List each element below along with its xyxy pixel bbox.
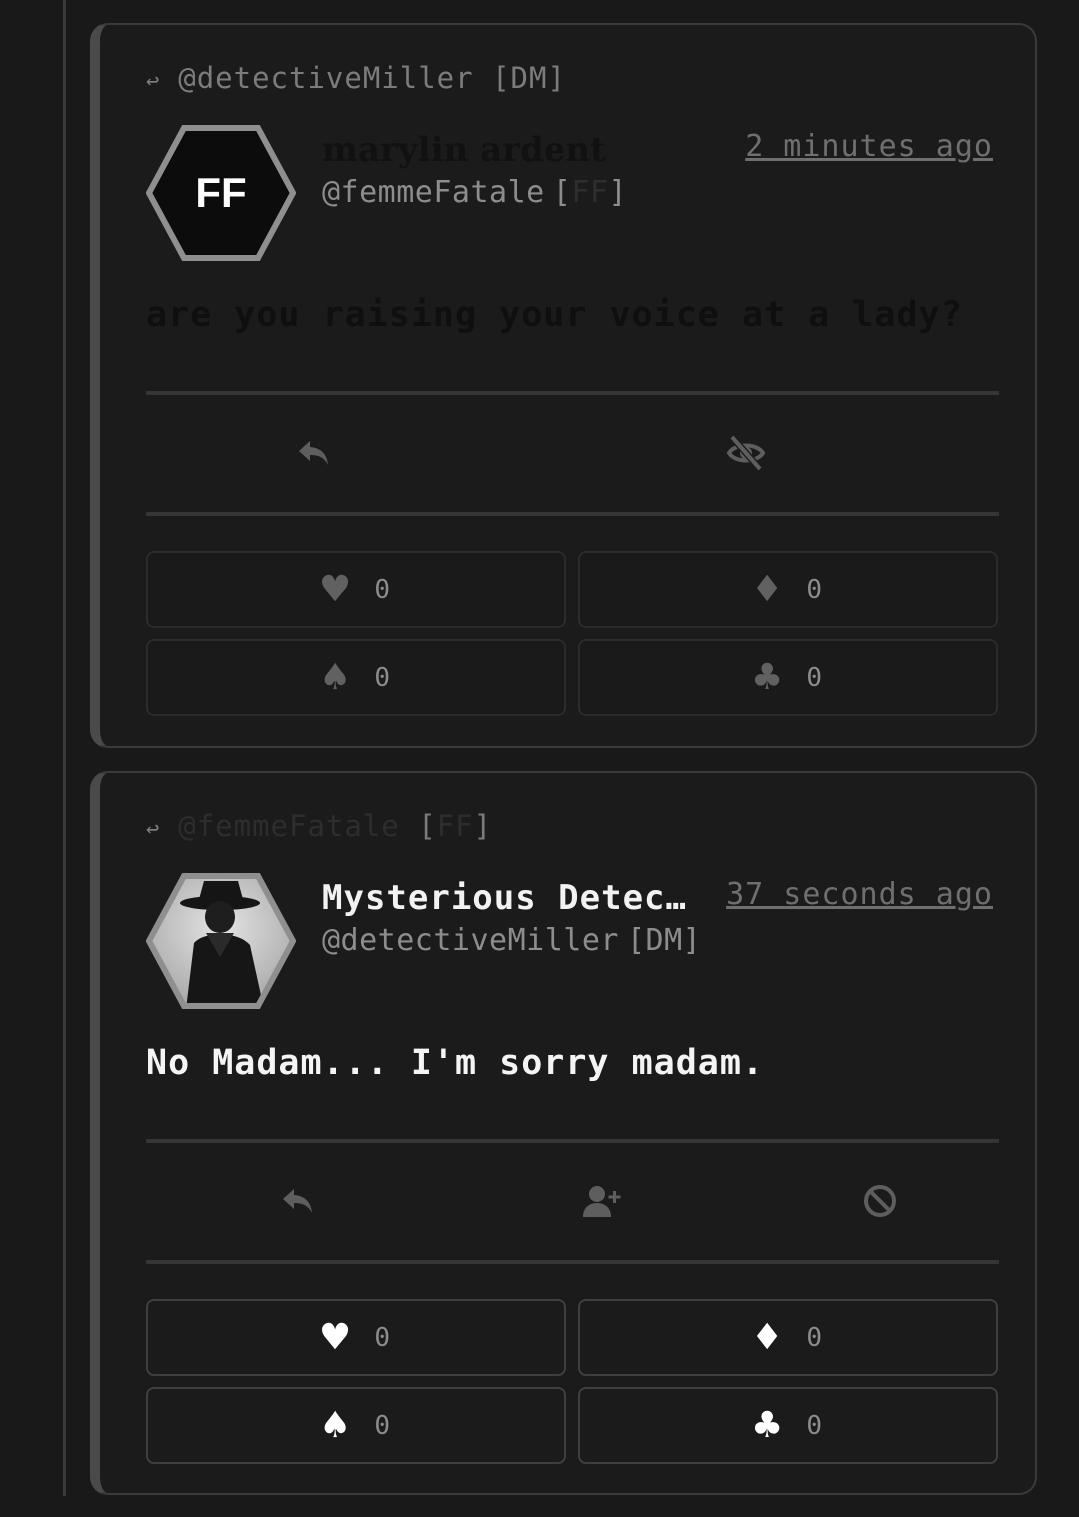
club-reaction-button[interactable]: ♣ 0: [578, 1387, 998, 1464]
user-handle-line[interactable]: @detectiveMiller [DM]: [322, 923, 701, 958]
detective-silhouette-icon: [149, 876, 293, 1006]
club-reaction-button[interactable]: ♣ 0: [578, 639, 998, 716]
diamond-icon: ♦: [753, 1311, 781, 1363]
user-tag: [DM]: [626, 923, 702, 958]
spade-reaction-button[interactable]: ♠ 0: [146, 1387, 566, 1464]
hide-button[interactable]: [726, 433, 766, 473]
diamond-reaction-button[interactable]: ♦ 0: [578, 551, 998, 628]
diamond-icon: ♦: [753, 563, 781, 615]
post-timestamp[interactable]: 37 seconds ago: [726, 877, 993, 912]
post-card: ↩ @detectiveMiller [DM] FF marylin ardent…: [90, 23, 1037, 748]
block-icon: [864, 1185, 896, 1217]
user-handle: @detectiveMiller: [322, 923, 619, 958]
user-handle: @femmeFatale: [322, 175, 545, 210]
reply-arrow-icon: ↩: [146, 817, 161, 842]
spade-icon: ♠: [321, 651, 349, 703]
reply-icon: [283, 1189, 312, 1213]
divider: [146, 391, 999, 395]
add-user-icon: [583, 1186, 621, 1217]
club-count: 0: [806, 1410, 823, 1441]
club-icon: ♣: [753, 1399, 781, 1451]
avatar[interactable]: [145, 873, 297, 1009]
heart-count: 0: [374, 1322, 391, 1353]
post-card: ↩ @femmeFatale [FF] Mysterious Detec… @d…: [90, 771, 1037, 1495]
reply-to-tag: [FF]: [418, 809, 493, 843]
display-name[interactable]: marylin ardent: [322, 130, 606, 170]
follow-user-button[interactable]: [582, 1181, 622, 1221]
eye-slash-icon: [726, 434, 766, 472]
divider: [146, 1139, 999, 1143]
spade-icon: ♠: [321, 1399, 349, 1451]
avatar-initials: FF: [195, 169, 246, 216]
reply-to-indicator[interactable]: ↩ @femmeFatale [FF]: [146, 809, 492, 843]
post-timestamp[interactable]: 2 minutes ago: [745, 129, 993, 164]
reply-to-handle[interactable]: @femmeFatale: [178, 809, 400, 843]
spade-count: 0: [374, 1410, 391, 1441]
thread-line: [63, 0, 66, 1496]
spade-reaction-button[interactable]: ♠ 0: [146, 639, 566, 716]
divider: [146, 512, 999, 516]
post-body: No Madam... I'm sorry madam.: [146, 1043, 765, 1083]
post-body: are you raising your voice at a lady?: [146, 295, 963, 335]
reply-to-handle[interactable]: @detectiveMiller: [178, 61, 473, 95]
reply-to-indicator[interactable]: ↩ @detectiveMiller [DM]: [146, 61, 566, 95]
diamond-count: 0: [806, 1322, 823, 1353]
avatar[interactable]: FF: [145, 125, 297, 261]
reply-button[interactable]: [278, 1181, 318, 1221]
heart-reaction-button[interactable]: ♥ 0: [146, 551, 566, 628]
divider: [146, 1260, 999, 1264]
user-handle-line[interactable]: @femmeFatale [FF]: [322, 175, 627, 210]
user-tag: [FF]: [552, 175, 627, 210]
reply-arrow-icon: ↩: [146, 69, 161, 94]
club-icon: ♣: [753, 651, 781, 703]
block-user-button[interactable]: [860, 1181, 900, 1221]
reply-to-tag: [DM]: [492, 61, 566, 95]
display-name[interactable]: Mysterious Detec…: [322, 878, 687, 918]
diamond-reaction-button[interactable]: ♦ 0: [578, 1299, 998, 1376]
club-count: 0: [806, 662, 823, 693]
reply-icon: [299, 441, 328, 465]
heart-reaction-button[interactable]: ♥ 0: [146, 1299, 566, 1376]
diamond-count: 0: [806, 574, 823, 605]
heart-icon: ♥: [321, 1311, 349, 1363]
heart-count: 0: [374, 574, 391, 605]
reply-button[interactable]: [294, 433, 334, 473]
spade-count: 0: [374, 662, 391, 693]
heart-icon: ♥: [321, 563, 349, 615]
